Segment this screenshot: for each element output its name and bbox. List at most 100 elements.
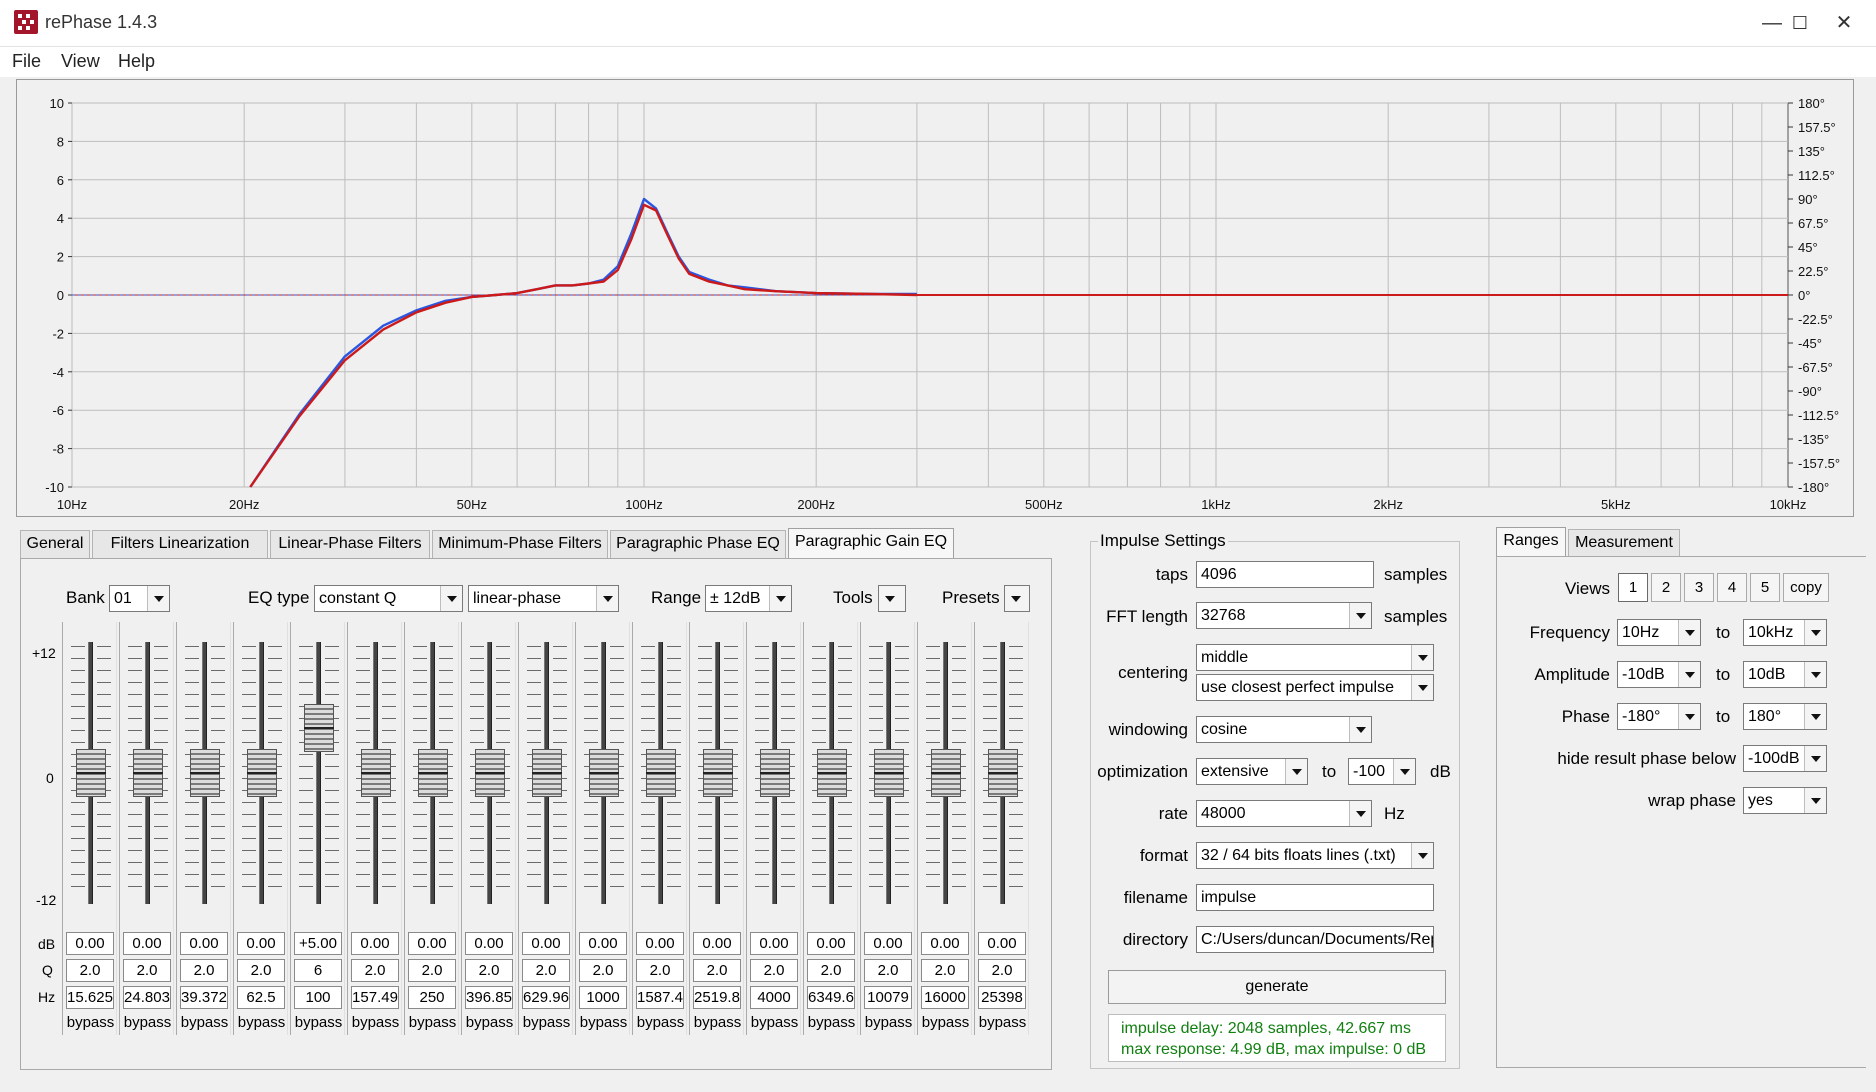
gain-db-field[interactable]: 0.00 <box>351 932 399 955</box>
centering-select[interactable]: middle <box>1196 644 1434 671</box>
bypass-button[interactable]: bypass <box>747 1014 802 1031</box>
frequency-field[interactable]: 16000 <box>921 986 969 1009</box>
hide-phase-select[interactable]: -100dB <box>1743 745 1827 772</box>
gain-db-field[interactable]: 0.00 <box>123 932 171 955</box>
frequency-field[interactable]: 1587.4 <box>636 986 684 1009</box>
gain-db-field[interactable]: 0.00 <box>807 932 855 955</box>
gain-db-field[interactable]: 0.00 <box>522 932 570 955</box>
q-field[interactable]: 2.0 <box>123 959 171 982</box>
gain-db-field[interactable]: 0.00 <box>693 932 741 955</box>
bypass-button[interactable]: bypass <box>462 1014 517 1031</box>
bypass-button[interactable]: bypass <box>690 1014 745 1031</box>
q-field[interactable]: 2.0 <box>579 959 627 982</box>
bypass-button[interactable]: bypass <box>177 1014 232 1031</box>
slider-thumb[interactable] <box>760 749 790 797</box>
frequency-field[interactable]: 629.96 <box>522 986 570 1009</box>
bypass-button[interactable]: bypass <box>405 1014 460 1031</box>
gain-slider[interactable] <box>519 642 574 904</box>
bypass-button[interactable]: bypass <box>861 1014 916 1031</box>
q-field[interactable]: 2.0 <box>180 959 228 982</box>
tab-minimum-phase-filters[interactable]: Minimum-Phase Filters <box>432 530 608 558</box>
close-button[interactable]: ✕ <box>1812 0 1876 46</box>
eq-type-select[interactable]: constant Q <box>314 585 463 612</box>
slider-thumb[interactable] <box>931 749 961 797</box>
directory-input[interactable]: C:/Users/duncan/Documents/Rep <box>1196 926 1434 953</box>
tab-paragraphic-phase-eq[interactable]: Paragraphic Phase EQ <box>610 530 786 558</box>
q-field[interactable]: 2.0 <box>636 959 684 982</box>
q-field[interactable]: 2.0 <box>921 959 969 982</box>
bypass-button[interactable]: bypass <box>63 1014 118 1031</box>
gain-db-field[interactable]: +5.00 <box>294 932 342 955</box>
gain-db-field[interactable]: 0.00 <box>579 932 627 955</box>
frequency-response-plot[interactable]: 10 8 6 4 2 0 -2 -4 -6 -8 -10 180° 157.5° 135° 112.5° 90… <box>16 79 1854 517</box>
gain-slider[interactable] <box>405 642 460 904</box>
range-select[interactable]: ± 12dB <box>705 585 792 612</box>
rate-select[interactable]: 48000 <box>1196 800 1372 827</box>
gain-slider[interactable] <box>576 642 631 904</box>
q-field[interactable]: 2.0 <box>66 959 114 982</box>
gain-slider[interactable] <box>747 642 802 904</box>
view-button-4[interactable]: 4 <box>1717 573 1747 602</box>
q-field[interactable]: 2.0 <box>693 959 741 982</box>
fft-length-select[interactable]: 32768 <box>1196 602 1372 629</box>
gain-db-field[interactable]: 0.00 <box>66 932 114 955</box>
frequency-field[interactable]: 100 <box>294 986 342 1009</box>
gain-slider[interactable] <box>861 642 916 904</box>
view-button-2[interactable]: 2 <box>1651 573 1681 602</box>
bypass-button[interactable]: bypass <box>348 1014 403 1031</box>
q-field[interactable]: 2.0 <box>408 959 456 982</box>
frequency-field[interactable]: 1000 <box>579 986 627 1009</box>
frequency-field[interactable]: 4000 <box>750 986 798 1009</box>
slider-thumb[interactable] <box>190 749 220 797</box>
q-field[interactable]: 2.0 <box>237 959 285 982</box>
view-button-3[interactable]: 3 <box>1684 573 1714 602</box>
gain-slider[interactable] <box>918 642 973 904</box>
slider-thumb[interactable] <box>247 749 277 797</box>
tab-general[interactable]: General <box>20 530 90 558</box>
slider-thumb[interactable] <box>475 749 505 797</box>
bypass-button[interactable]: bypass <box>291 1014 346 1031</box>
gain-slider[interactable] <box>234 642 289 904</box>
format-select[interactable]: 32 / 64 bits floats lines (.txt) <box>1196 842 1434 869</box>
slider-thumb[interactable] <box>361 749 391 797</box>
gain-slider[interactable] <box>63 642 118 904</box>
gain-db-field[interactable]: 0.00 <box>237 932 285 955</box>
slider-thumb[interactable] <box>133 749 163 797</box>
view-button-1[interactable]: 1 <box>1618 573 1648 602</box>
frequency-field[interactable]: 396.85 <box>465 986 513 1009</box>
gain-slider[interactable] <box>120 642 175 904</box>
presets-menu-button[interactable] <box>1004 585 1030 612</box>
bypass-button[interactable]: bypass <box>234 1014 289 1031</box>
tab-linear-phase-filters[interactable]: Linear-Phase Filters <box>270 530 430 558</box>
frequency-field[interactable]: 157.49 <box>351 986 399 1009</box>
slider-thumb[interactable] <box>532 749 562 797</box>
gain-slider[interactable] <box>177 642 232 904</box>
frequency-field[interactable]: 15.625 <box>66 986 114 1009</box>
bypass-button[interactable]: bypass <box>633 1014 688 1031</box>
tab-filters-linearization[interactable]: Filters Linearization <box>92 530 268 558</box>
gain-slider[interactable] <box>633 642 688 904</box>
generate-button[interactable]: generate <box>1108 970 1446 1004</box>
frequency-field[interactable]: 25398 <box>978 986 1026 1009</box>
gain-db-field[interactable]: 0.00 <box>750 932 798 955</box>
tab-measurement[interactable]: Measurement <box>1568 529 1680 557</box>
q-field[interactable]: 2.0 <box>351 959 399 982</box>
bypass-button[interactable]: bypass <box>519 1014 574 1031</box>
amplitude-from-select[interactable]: -10dB <box>1617 661 1701 688</box>
gain-slider[interactable] <box>804 642 859 904</box>
slider-thumb[interactable] <box>589 749 619 797</box>
taps-input[interactable]: 4096 <box>1196 561 1374 588</box>
phase-to-select[interactable]: 180° <box>1743 703 1827 730</box>
slider-thumb[interactable] <box>988 749 1018 797</box>
bypass-button[interactable]: bypass <box>120 1014 175 1031</box>
bypass-button[interactable]: bypass <box>804 1014 859 1031</box>
gain-slider[interactable] <box>348 642 403 904</box>
view-copy-button[interactable]: copy <box>1783 573 1829 602</box>
q-field[interactable]: 2.0 <box>864 959 912 982</box>
gain-slider[interactable] <box>975 642 1030 904</box>
gain-db-field[interactable]: 0.00 <box>408 932 456 955</box>
slider-thumb[interactable] <box>304 704 334 752</box>
slider-thumb[interactable] <box>874 749 904 797</box>
slider-thumb[interactable] <box>817 749 847 797</box>
phase-from-select[interactable]: -180° <box>1617 703 1701 730</box>
